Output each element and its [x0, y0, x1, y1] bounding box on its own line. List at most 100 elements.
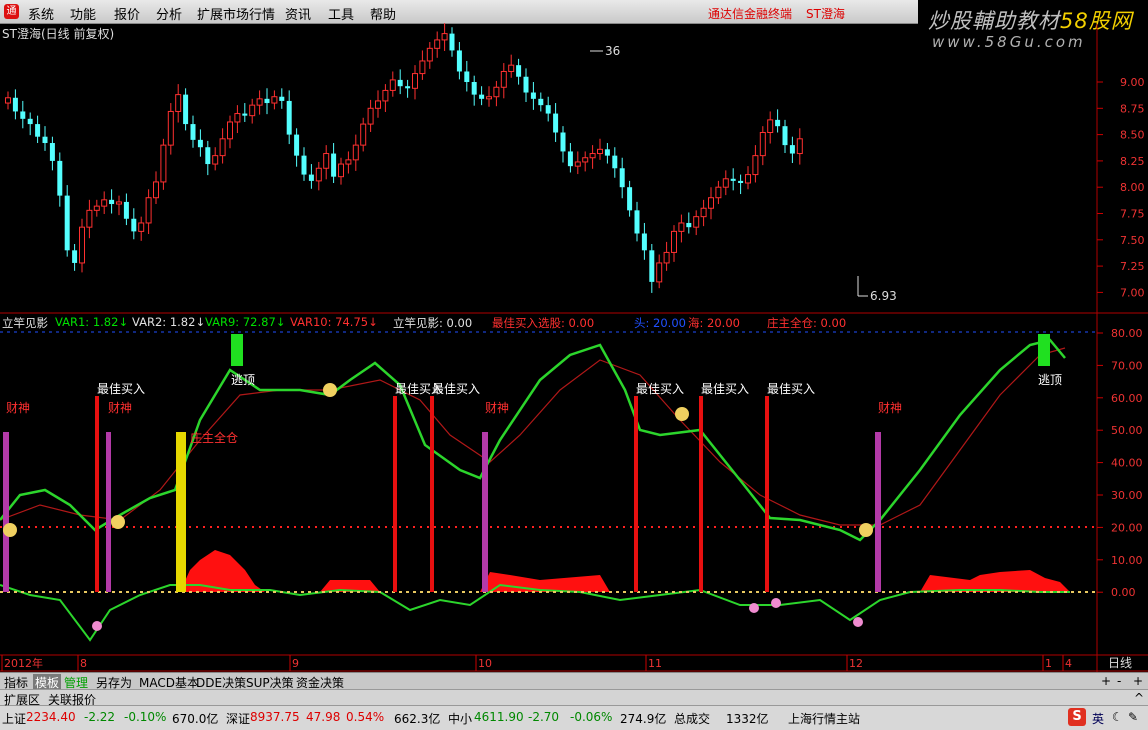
candle-body-up — [678, 222, 685, 232]
price-tick-label: 8.50 — [1120, 129, 1145, 142]
smiley-icon — [111, 515, 125, 529]
best-buy-label: 最佳买入 — [636, 382, 684, 396]
candle-body-up — [796, 138, 803, 155]
candle-body-down — [331, 153, 337, 177]
chart-area[interactable]: 9.008.758.508.258.007.757.507.257.00 36 … — [0, 0, 1148, 672]
period-label[interactable]: 日线 — [1108, 656, 1132, 670]
candle-body-up — [138, 222, 145, 232]
ime-language[interactable]: 英 — [1092, 710, 1104, 727]
candle-body-down — [242, 113, 248, 116]
indicator-tick-label: 60.00 — [1111, 392, 1143, 405]
server-label[interactable]: 上海行情主站 — [788, 710, 860, 727]
candle-body-down — [264, 98, 270, 104]
candle-body-up — [160, 144, 167, 183]
best-buy-bar — [765, 396, 769, 592]
zx-value: 4611.90 — [474, 710, 524, 724]
collapse-caret-icon[interactable]: ^ — [1134, 691, 1144, 705]
indicator-tick-label: 10.00 — [1111, 554, 1143, 567]
candle-body-down — [560, 132, 566, 152]
price-tick-label: 7.25 — [1120, 260, 1145, 273]
wealth-god-label: 财神 — [878, 401, 902, 415]
candle-body-up — [167, 110, 174, 146]
zhuang-full-label: 庄主全仓 — [190, 430, 238, 445]
wealth-god-bar — [3, 432, 9, 592]
ime-moon-icon[interactable]: ☾ — [1112, 710, 1123, 724]
ime-settings-icon[interactable]: ✎ — [1128, 710, 1138, 724]
candle-body-up — [249, 104, 256, 117]
candle-body-up — [412, 73, 418, 89]
sh-change: -2.22 — [84, 710, 116, 724]
best-buy-bar — [634, 396, 638, 592]
sz-value: 8937.75 — [250, 710, 300, 724]
best-buy-bar — [95, 396, 99, 592]
time-tick-label: 8 — [80, 657, 87, 670]
best-buy-bar — [699, 396, 703, 592]
candle-body-down — [730, 178, 736, 181]
sz-percent: 0.54% — [346, 710, 385, 724]
price-tick-label: 8.00 — [1120, 181, 1145, 194]
wealth-god-bar — [106, 432, 111, 592]
smiley-icon — [675, 407, 689, 421]
zx-label[interactable]: 中小 — [448, 710, 472, 727]
sz-change: 47.98 — [306, 710, 341, 724]
candle-body-up — [722, 178, 729, 188]
sh-label[interactable]: 上证 — [2, 710, 26, 727]
candle-body-up — [101, 199, 108, 207]
escape-label: 逃顶 — [231, 373, 255, 387]
indicator-legend-item: 庄主全仓: 0.00 — [767, 316, 847, 330]
candle-body-up — [486, 96, 492, 100]
lotus-icon — [853, 617, 863, 627]
candle-body-up — [745, 174, 751, 184]
candle-body-up — [574, 161, 581, 167]
price-tick-label: 7.00 — [1120, 286, 1145, 299]
price-axis: 9.00 8.75 8.50 8.25 8.00 7.75 7.50 7.25 7.00 — [1097, 76, 1145, 299]
ime-logo-icon[interactable]: S — [1068, 708, 1086, 726]
price-tick-label: 8.75 — [1120, 102, 1145, 115]
candle-body-down — [49, 143, 55, 161]
candle-body-up — [219, 138, 226, 157]
zoom-out-button[interactable]: - — [1117, 674, 1121, 688]
indicator-axis: 80.00 70.00 60.00 50.00 40.00 30.00 20.00 10.00… — [1097, 327, 1143, 599]
candle-body-down — [183, 94, 189, 125]
candle-body-down — [553, 113, 559, 133]
candle-body-up — [752, 155, 759, 176]
escape-signal-bar — [231, 334, 243, 366]
candle-body-up — [271, 96, 278, 104]
lotus-icon — [771, 598, 781, 608]
var9-line — [0, 338, 1066, 542]
candle-body-up — [389, 79, 396, 91]
zoom-in-button[interactable]: + — [1101, 674, 1111, 688]
indicator-tick-label: 30.00 — [1111, 489, 1143, 502]
candle-body-up — [382, 89, 389, 102]
tab-menu-button[interactable]: + — [1133, 674, 1143, 688]
wealth-god-label: 财神 — [108, 401, 132, 415]
smiley-icon — [323, 383, 337, 397]
time-tick-label: 4 — [1065, 657, 1072, 670]
candle-body-down — [20, 111, 26, 119]
candle-body-up — [345, 159, 352, 165]
candle-body-up — [352, 144, 359, 161]
indicator-legend-item: 头: 20.00 — [634, 316, 686, 330]
lotus-icon — [92, 621, 102, 631]
candle-body-down — [538, 98, 544, 106]
candle-body-up — [323, 153, 330, 169]
bottom-tabs: 指标 模板 管理 另存为 MACD基本 DDE决策 SUP决策 资金决策 + -… — [0, 672, 1148, 691]
candle-body-down — [649, 250, 655, 282]
indicator-legend-item: 最佳买入选股: 0.00 — [492, 316, 595, 330]
candle-body-down — [782, 126, 788, 146]
candle-body-up — [767, 119, 774, 133]
time-tick-label: 9 — [292, 657, 299, 670]
high-price-label: 36 — [605, 44, 620, 58]
candle-body-down — [627, 187, 633, 211]
price-tick-label: 7.75 — [1120, 208, 1145, 221]
candle-body-down — [190, 124, 196, 140]
extension-bar: 扩展区 关联报价 ^ — [0, 689, 1148, 707]
indicator-legend: 立竿见影 VAR1: 1.82↓ VAR2: 1.82↓ VAR9: 72.87↓ VA… — [0, 315, 900, 331]
indicator-legend-item: VAR2: 1.82↓ — [132, 315, 206, 329]
candle-body-up — [5, 97, 11, 104]
sz-label[interactable]: 深证 — [226, 710, 250, 727]
price-tick-label: 9.00 — [1120, 76, 1145, 89]
candle-body-up — [663, 251, 670, 264]
candle-body-down — [12, 97, 18, 112]
candle-body-up — [508, 64, 515, 72]
